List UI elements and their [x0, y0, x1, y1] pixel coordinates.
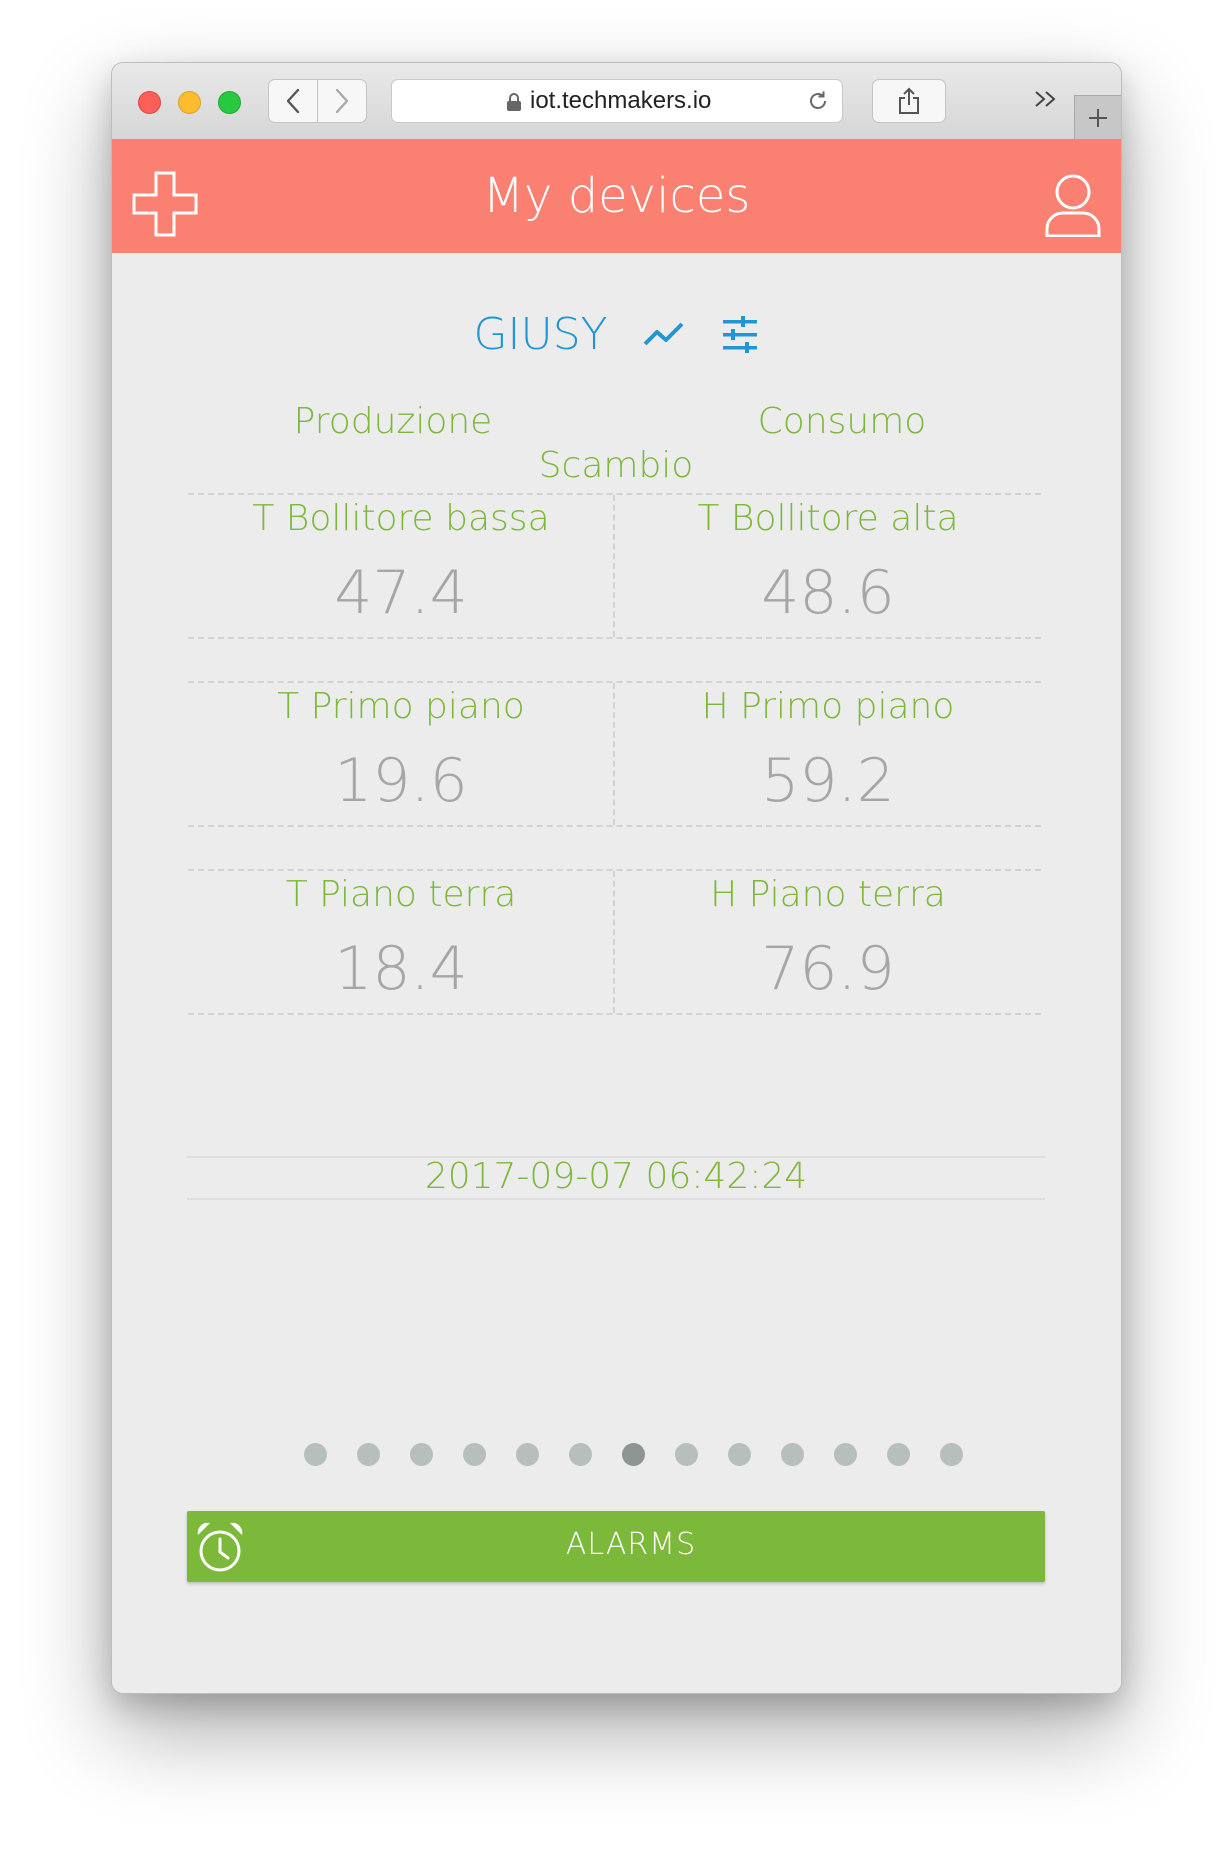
close-window-button[interactable] [138, 91, 161, 114]
chart-trend-icon[interactable] [642, 320, 686, 350]
device-title-row: GIUSY [112, 305, 1121, 365]
last-update-bar: 2017-09-07 06:42:24 [187, 1156, 1045, 1200]
minimize-window-button[interactable] [178, 91, 201, 114]
metric-label: H Piano terra [710, 874, 946, 915]
metrics-grid: T Bollitore bassa 47.4 T Bollitore alta … [188, 493, 1041, 1057]
share-icon [899, 87, 919, 114]
page-dot[interactable] [410, 1443, 433, 1466]
metric-cell: T Bollitore bassa 47.4 [188, 495, 614, 637]
alarms-label: ALARMS [565, 1527, 697, 1562]
metric-label: T Piano terra [285, 874, 517, 915]
metrics-row: T Primo piano 19.6 H Primo piano 59.2 [188, 681, 1041, 827]
share-button[interactable] [872, 79, 946, 123]
page-dot[interactable] [940, 1443, 963, 1466]
chevron-left-icon [286, 88, 300, 114]
metric-label: T Bollitore bassa [252, 498, 550, 539]
page-dot[interactable] [781, 1443, 804, 1466]
page-dot[interactable] [304, 1443, 327, 1466]
metric-cell: T Piano terra 18.4 [188, 871, 614, 1013]
metric-cell: T Bollitore alta 48.6 [615, 495, 1041, 637]
metric-cell: T Primo piano 19.6 [188, 683, 614, 825]
forward-button[interactable] [317, 79, 367, 123]
browser-toolbar: iot.techmakers.io [112, 63, 1121, 140]
page-dot[interactable] [887, 1443, 910, 1466]
metric-value: 76.9 [761, 934, 895, 1004]
metric-cell: H Primo piano 59.2 [615, 683, 1041, 825]
device-panel: GIUSY Produzione Consumo Scambio T Bolli… [112, 253, 1121, 1693]
metric-value: 19.6 [334, 746, 468, 816]
reload-icon[interactable] [806, 89, 830, 113]
metric-value: 48.6 [761, 558, 895, 628]
metric-label: H Primo piano [701, 686, 955, 727]
metric-cell: H Piano terra 76.9 [615, 871, 1041, 1013]
address-url: iot.techmakers.io [530, 87, 712, 114]
user-profile-icon[interactable] [1044, 173, 1102, 237]
page-dot[interactable] [516, 1443, 539, 1466]
app-header: My devices [112, 139, 1121, 253]
alarms-button[interactable]: ALARMS [187, 1511, 1045, 1582]
page-dot[interactable] [834, 1443, 857, 1466]
chevron-right-icon [335, 88, 349, 114]
address-bar[interactable]: iot.techmakers.io [391, 79, 843, 123]
metric-label: T Primo piano [277, 686, 525, 727]
lock-icon [507, 93, 521, 111]
metrics-row: T Bollitore bassa 47.4 T Bollitore alta … [188, 493, 1041, 639]
metric-label: T Bollitore alta [697, 498, 959, 539]
tab-consumo[interactable]: Consumo [692, 401, 992, 443]
page-title: My devices [482, 168, 751, 224]
zoom-window-button[interactable] [218, 91, 241, 114]
page-dot[interactable] [357, 1443, 380, 1466]
page-indicator [112, 1443, 1121, 1467]
device-name[interactable]: GIUSY [473, 305, 607, 365]
plus-icon [1089, 108, 1107, 127]
back-button[interactable] [268, 79, 318, 123]
settings-sliders-icon[interactable] [720, 315, 760, 355]
metric-value: 18.4 [334, 934, 468, 1004]
more-chevron-icon[interactable] [1033, 89, 1059, 109]
metrics-row: T Piano terra 18.4 H Piano terra 76.9 [188, 869, 1041, 1015]
metric-value: 47.4 [334, 558, 468, 628]
page-dot[interactable] [728, 1443, 751, 1466]
metric-value: 59.2 [761, 746, 895, 816]
tab-scambio[interactable]: Scambio [466, 445, 766, 487]
page-dot[interactable] [569, 1443, 592, 1466]
last-update-timestamp: 2017-09-07 06:42:24 [424, 1156, 808, 1197]
browser-window: iot.techmakers.io My devices GIUSY Produ… [111, 62, 1122, 1694]
new-tab-button[interactable] [1074, 95, 1121, 139]
page-dot[interactable] [463, 1443, 486, 1466]
tab-produzione[interactable]: Produzione [243, 401, 543, 443]
page-dot[interactable] [675, 1443, 698, 1466]
page-dot[interactable] [622, 1443, 645, 1466]
